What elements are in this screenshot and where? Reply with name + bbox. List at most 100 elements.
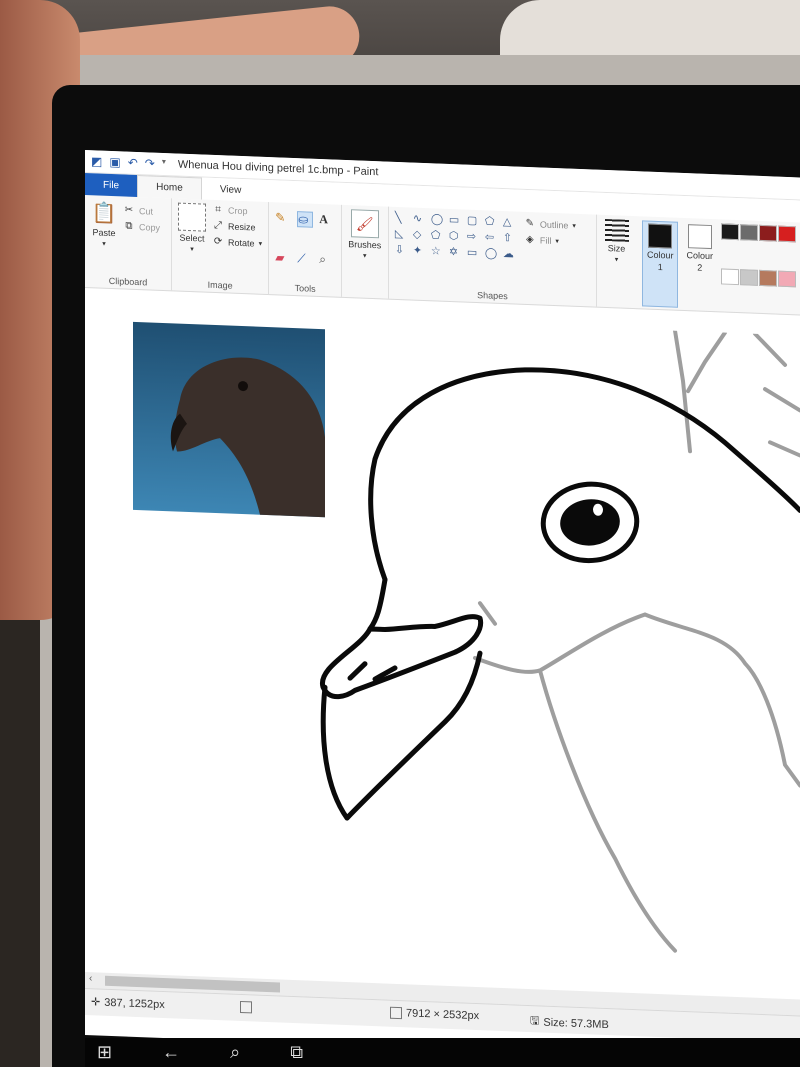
- four-point-star-shape-icon[interactable]: ✦: [413, 244, 428, 258]
- scroll-left-icon[interactable]: ‹: [89, 973, 92, 984]
- customize-icon[interactable]: ▾: [162, 157, 166, 171]
- brushes-group: 🖌 Brushes ▾: [342, 204, 389, 299]
- rect-callout-shape-icon[interactable]: ▭: [467, 246, 482, 260]
- fill-label: Fill: [539, 235, 552, 246]
- select-dropdown-icon[interactable]: ▾: [190, 245, 194, 253]
- tab-view[interactable]: View: [202, 177, 260, 201]
- paste-button[interactable]: 📋 Paste ▾: [91, 199, 117, 248]
- paint-window: ◩ ▣ ↶ ↷ ▾ Whenua Hou diving petrel 1c.bm…: [85, 150, 800, 1063]
- grey-stroke-3: [753, 331, 787, 367]
- polygon-shape-icon[interactable]: ⬠: [485, 214, 500, 228]
- task-view-icon[interactable]: ⧉: [290, 1042, 303, 1063]
- hexagon-shape-icon[interactable]: ⬡: [449, 229, 464, 243]
- triangle-shape-icon[interactable]: △: [503, 215, 518, 229]
- six-point-star-shape-icon[interactable]: ✡: [449, 245, 464, 259]
- save-icon[interactable]: ▣: [109, 155, 120, 169]
- cut-button[interactable]: ✂ Cut: [123, 204, 160, 217]
- colour-1-swatch: [648, 223, 673, 249]
- resize-button[interactable]: ⤢ Resize: [212, 220, 262, 234]
- grey-stroke-7: [538, 668, 677, 953]
- fill-icon: ◈: [525, 233, 534, 246]
- nostril-outline: [347, 661, 368, 681]
- palette-swatch-3[interactable]: [759, 224, 777, 242]
- palette-swatch-5[interactable]: [721, 267, 739, 285]
- brushes-button[interactable]: 🖌 Brushes ▾: [348, 209, 381, 260]
- colour-palette: [721, 223, 796, 312]
- rotate-button[interactable]: ⟳ Rotate ▾: [212, 236, 262, 250]
- windows-start-icon[interactable]: ⊞: [97, 1042, 112, 1063]
- copy-icon: ⧉: [125, 220, 133, 232]
- screen-glare: [255, 776, 295, 834]
- select-button[interactable]: Select ▾: [178, 202, 207, 254]
- fill-bucket-icon[interactable]: ⛀: [297, 211, 314, 228]
- fill-button[interactable]: ◈ Fill ▾: [524, 234, 576, 248]
- up-arrow-shape-icon[interactable]: ⇧: [503, 231, 518, 245]
- down-arrow-shape-icon[interactable]: ⇩: [395, 243, 410, 257]
- curve-shape-icon[interactable]: ∿: [413, 212, 428, 226]
- selection-size: [240, 1000, 252, 1014]
- pencil-icon[interactable]: ✎: [275, 210, 291, 225]
- shapes-gallery[interactable]: ╲ ∿ ◯ ▭ ▢ ⬠ △ ◺ ◇ ⬠ ⬡ ⇨ ⇦ ⇧ ⇩ ✦ ☆ ✡ ▭ ◯ …: [395, 211, 518, 261]
- palette-swatch-6[interactable]: [740, 268, 758, 286]
- palette-swatch-7[interactable]: [759, 269, 777, 287]
- cloud-callout-shape-icon[interactable]: ☁: [503, 247, 518, 261]
- size-button[interactable]: Size ▾: [603, 218, 630, 264]
- undo-icon[interactable]: ↶: [128, 156, 138, 170]
- palette-swatch-8[interactable]: [778, 270, 796, 287]
- right-arrow-shape-icon[interactable]: ⇨: [467, 230, 482, 244]
- eraser-icon[interactable]: ▰: [275, 250, 291, 265]
- tab-home[interactable]: Home: [137, 175, 202, 200]
- diamond-shape-icon[interactable]: ◇: [413, 228, 428, 242]
- text-icon[interactable]: A: [319, 212, 335, 228]
- cursor-position: ✛ 387, 1252px: [91, 995, 165, 1011]
- redo-icon[interactable]: ↷: [145, 156, 155, 170]
- right-triangle-shape-icon[interactable]: ◺: [395, 227, 410, 241]
- crosshair-icon: ✛: [91, 996, 101, 1009]
- paste-icon: 📋: [91, 201, 117, 225]
- palette-swatch-1[interactable]: [721, 223, 739, 241]
- dimensions-text: 7912 × 2532px: [406, 1007, 480, 1023]
- drawing-canvas[interactable]: [85, 308, 800, 1026]
- pentagon-shape-icon[interactable]: ⬠: [431, 228, 446, 242]
- shapes-group: ╲ ∿ ◯ ▭ ▢ ⬠ △ ◺ ◇ ⬠ ⬡ ⇨ ⇦ ⇧ ⇩ ✦ ☆ ✡ ▭ ◯ …: [388, 206, 598, 307]
- size-group: Size ▾: [597, 215, 636, 308]
- image-group-label: Image: [207, 279, 233, 291]
- grey-stroke-6: [473, 612, 800, 788]
- oval-shape-icon[interactable]: ◯: [431, 212, 446, 226]
- colour-2-button[interactable]: Colour 2: [682, 222, 717, 309]
- rotate-label: Rotate: [228, 237, 255, 249]
- windows-taskbar: ⊞ ← ⌕ ⧉: [85, 1038, 800, 1067]
- crop-label: Crop: [228, 205, 248, 217]
- clipboard-group-label: Clipboard: [108, 275, 148, 288]
- dimensions-icon: [390, 1006, 402, 1020]
- magnifier-icon[interactable]: ⌕: [319, 251, 335, 267]
- grey-stroke-2: [686, 330, 727, 394]
- line-size-icon: [604, 218, 629, 242]
- paste-dropdown-icon[interactable]: ▾: [102, 240, 106, 248]
- back-arrow-icon[interactable]: ←: [162, 1042, 180, 1063]
- rectangle-shape-icon[interactable]: ▭: [449, 213, 464, 227]
- palette-swatch-2[interactable]: [740, 224, 758, 241]
- palette-swatch-4[interactable]: [778, 225, 796, 243]
- five-point-star-shape-icon[interactable]: ☆: [431, 244, 446, 258]
- image-dimensions: 7912 × 2532px: [390, 1006, 480, 1023]
- colour-1-button[interactable]: Colour 1: [641, 220, 679, 308]
- brush-icon: 🖌: [350, 209, 379, 239]
- reference-photo[interactable]: [133, 321, 325, 518]
- tab-file[interactable]: File: [85, 173, 138, 198]
- oval-callout-shape-icon[interactable]: ◯: [485, 246, 500, 260]
- beak-upper-outline: [320, 614, 484, 700]
- select-icon: [178, 202, 207, 232]
- rounded-rectangle-shape-icon[interactable]: ▢: [467, 214, 482, 228]
- copy-button[interactable]: ⧉ Copy: [123, 220, 160, 233]
- cut-label: Cut: [139, 206, 154, 217]
- size-label: Size: [607, 243, 626, 254]
- outline-button[interactable]: ✎ Outline ▾: [524, 218, 576, 232]
- crop-button[interactable]: ⌗ Crop: [212, 204, 262, 218]
- left-arrow-shape-icon[interactable]: ⇦: [485, 230, 500, 244]
- search-icon[interactable]: ⌕: [230, 1042, 240, 1063]
- line-shape-icon[interactable]: ╲: [395, 211, 410, 225]
- resize-label: Resize: [228, 221, 256, 233]
- file-size-text: Size: 57.3MB: [543, 1016, 609, 1031]
- colour-picker-icon[interactable]: ⟋: [297, 251, 313, 267]
